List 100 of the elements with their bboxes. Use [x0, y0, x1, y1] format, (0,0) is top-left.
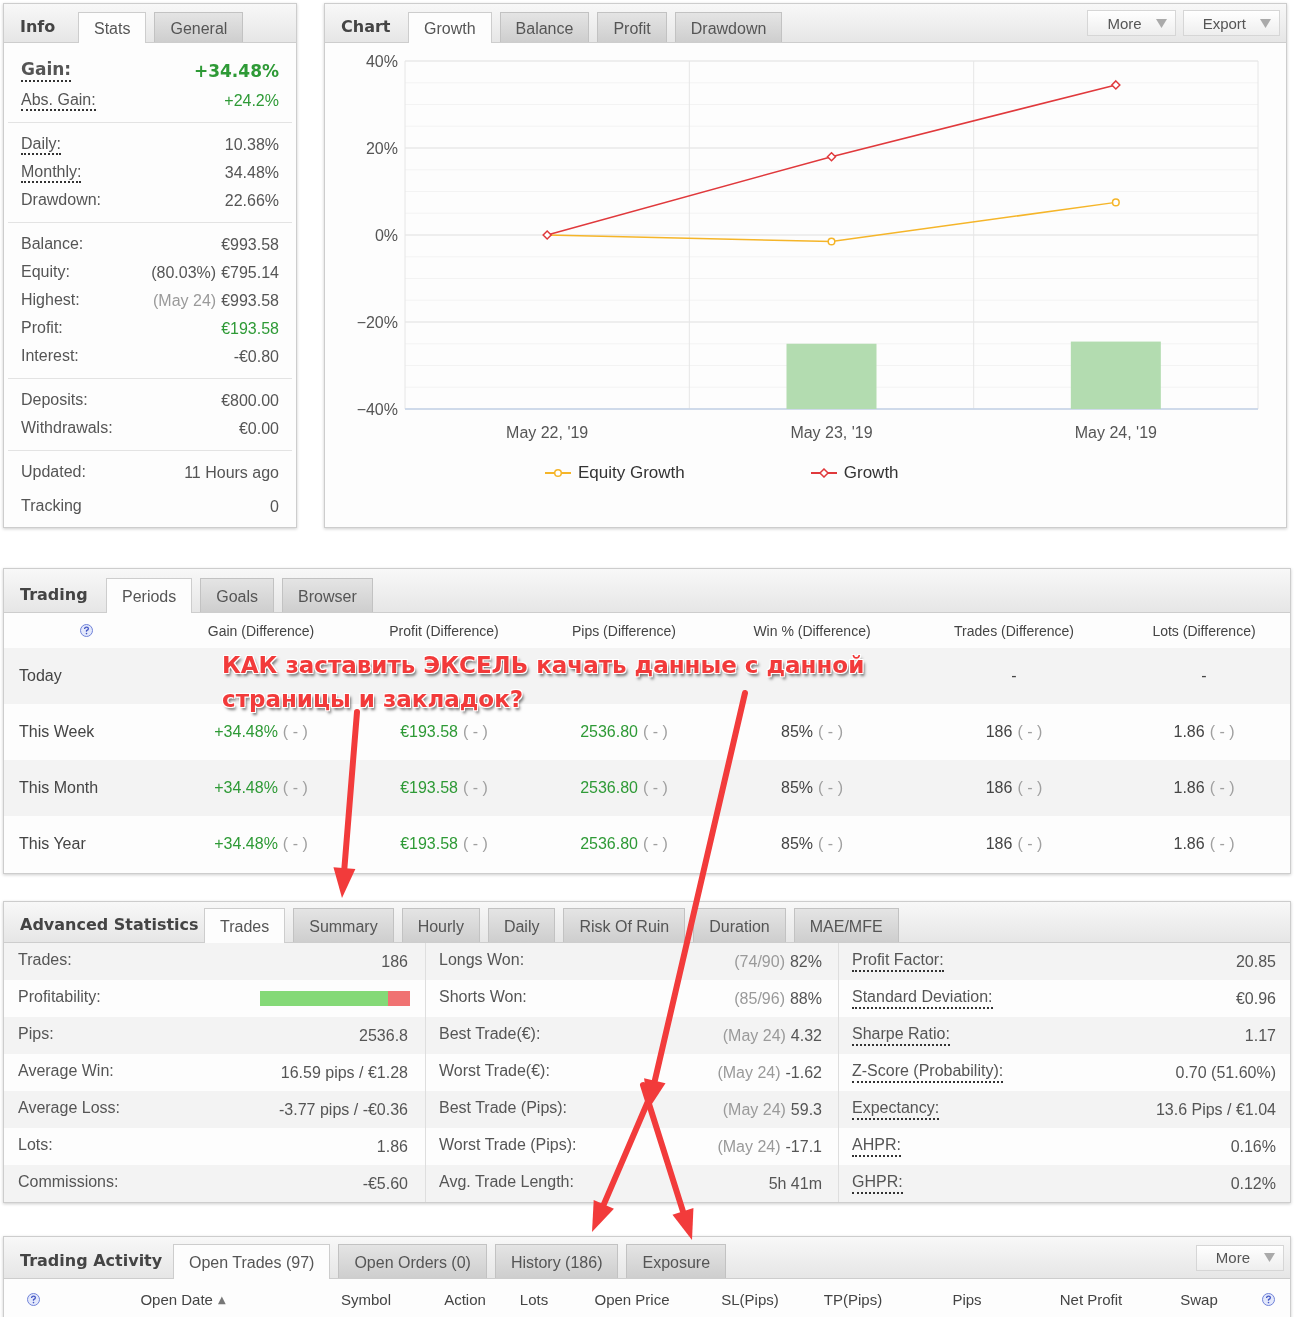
stat-value: 5h 41m [768, 1174, 822, 1193]
x-axis-label: May 22, '19 [506, 424, 589, 441]
stat-label[interactable]: Expectancy: [852, 1099, 940, 1120]
stat-label[interactable]: Gain: [21, 60, 72, 82]
tab[interactable]: Trades [204, 908, 286, 943]
stat-label[interactable]: Abs. Gain: [21, 90, 96, 112]
x-axis-label: May 23, '19 [790, 424, 873, 441]
tab[interactable]: Open Orders (0) [338, 1244, 487, 1278]
stat-value: 0.16% [1230, 1137, 1276, 1156]
y-axis-label: 20% [365, 140, 398, 157]
stat-note: (May 24) [722, 1026, 786, 1045]
stat-value: +24.2% [224, 92, 279, 110]
period-label: This Week [19, 723, 95, 741]
cell-value: €193.58 [400, 723, 458, 741]
dropdown-button[interactable]: More [1195, 1244, 1284, 1271]
column-header[interactable]: TP(Pips) [823, 1291, 883, 1308]
stat-label: Avg. Trade Length: [439, 1173, 574, 1193]
stat-label[interactable]: Daily: [21, 134, 61, 156]
panel-title: Trading Activity [20, 1250, 163, 1272]
stat-label[interactable]: GHPR: [852, 1173, 903, 1194]
sort-indicator[interactable]: ▲ [217, 1294, 226, 1305]
tab[interactable]: Profit [597, 12, 667, 42]
stat-value: 82% [789, 952, 822, 971]
stat-value: -€5.60 [362, 1174, 408, 1193]
y-axis-label: 0% [374, 227, 398, 244]
stat-value: 22.66% [224, 192, 279, 210]
stat-label[interactable]: Standard Deviation: [852, 988, 993, 1009]
stat-label[interactable]: Monthly: [21, 162, 82, 184]
cell-difference: ( - ) [643, 779, 668, 797]
dropdown-button[interactable]: More [1087, 10, 1176, 36]
dropdown-button[interactable]: Export [1182, 10, 1280, 36]
tab[interactable]: Balance [499, 12, 590, 42]
stat-value: +34.48% [193, 61, 279, 81]
column-header[interactable]: Action [444, 1291, 486, 1308]
tab[interactable]: Browser [282, 578, 373, 612]
help-icon[interactable] [79, 624, 93, 637]
y-axis-label: −40% [356, 401, 398, 418]
stat-note: (May 24) [722, 1100, 786, 1119]
column-header[interactable]: SL(Pips) [721, 1291, 779, 1308]
legend-label[interactable]: Equity Growth [578, 463, 685, 483]
tab[interactable]: Daily [487, 908, 556, 942]
tab[interactable]: Open Trades (97) [173, 1244, 331, 1279]
tab[interactable]: Duration [693, 908, 786, 942]
help-icon[interactable] [1261, 1293, 1275, 1306]
cell-difference: ( - ) [282, 779, 308, 797]
data-point [827, 237, 836, 246]
stat-label[interactable]: Profit Factor: [852, 951, 944, 972]
tab[interactable]: Exposure [626, 1244, 727, 1278]
stat-label[interactable]: AHPR: [852, 1136, 901, 1157]
stat-value: €0.00 [238, 420, 279, 438]
data-point [542, 229, 553, 241]
column-header[interactable]: Open Date [140, 1291, 213, 1308]
tab[interactable]: Goals [200, 578, 275, 612]
cell-value: 2536.80 [580, 835, 638, 853]
column-header[interactable]: Swap [1180, 1291, 1218, 1308]
stat-note: (85/96) [734, 989, 785, 1008]
stat-label: Profit: [21, 318, 63, 338]
legend-line-icon[interactable] [810, 468, 837, 478]
legend-label[interactable]: Growth [843, 463, 899, 483]
stat-label[interactable]: Z-Score (Probability): [852, 1062, 1004, 1083]
column-header[interactable]: Lots [519, 1291, 549, 1308]
stat-label: Worst Trade(€): [439, 1062, 550, 1082]
stat-label: Highest: [21, 290, 80, 310]
tab[interactable]: History (186) [494, 1244, 619, 1278]
column-header[interactable]: Net Profit [1059, 1291, 1123, 1308]
tab[interactable]: Risk Of Ruin [563, 908, 686, 942]
tab[interactable]: MAE/MFE [793, 908, 899, 942]
column-header[interactable]: Open Price [594, 1291, 670, 1308]
tab[interactable]: Drawdown [674, 12, 783, 42]
stat-value: €993.58 [221, 292, 279, 310]
stat-label: Average Win: [18, 1062, 114, 1082]
cell-value: +34.48% [214, 779, 278, 797]
stat-label: Withdrawals: [21, 418, 113, 438]
stat-label: Commissions: [18, 1173, 119, 1193]
cell-value: +34.48% [214, 723, 278, 741]
tab[interactable]: General [154, 12, 244, 42]
cell-value: 186 [985, 723, 1013, 741]
stat-value: €800.00 [221, 392, 279, 410]
stat-label: Drawdown: [21, 190, 102, 210]
cell-value: 2536.80 [580, 779, 638, 797]
stat-label[interactable]: Sharpe Ratio: [852, 1025, 950, 1046]
column-header: Pips (Difference) [572, 622, 676, 639]
cell-difference: ( - ) [1209, 723, 1235, 741]
stat-value: 0.70 (51.60%) [1175, 1063, 1276, 1082]
tab[interactable]: Hourly [401, 908, 480, 942]
stat-note: (May 24) [717, 1063, 781, 1082]
stat-value: 4.32 [790, 1026, 822, 1045]
tab[interactable]: Stats [78, 12, 147, 43]
stat-label: Balance: [21, 234, 84, 254]
help-icon[interactable] [26, 1293, 40, 1306]
tab[interactable]: Periods [106, 578, 193, 613]
stat-value: €193.58 [221, 320, 279, 338]
tab[interactable]: Growth [408, 12, 492, 43]
column-header: Gain (Difference) [207, 622, 315, 639]
stat-value: 34.48% [224, 164, 279, 182]
tab[interactable]: Summary [293, 908, 394, 942]
column-header: Lots (Difference) [1152, 622, 1256, 639]
column-header[interactable]: Symbol [341, 1291, 391, 1308]
column-header[interactable]: Pips [952, 1291, 982, 1308]
stat-value: €993.58 [221, 236, 279, 254]
